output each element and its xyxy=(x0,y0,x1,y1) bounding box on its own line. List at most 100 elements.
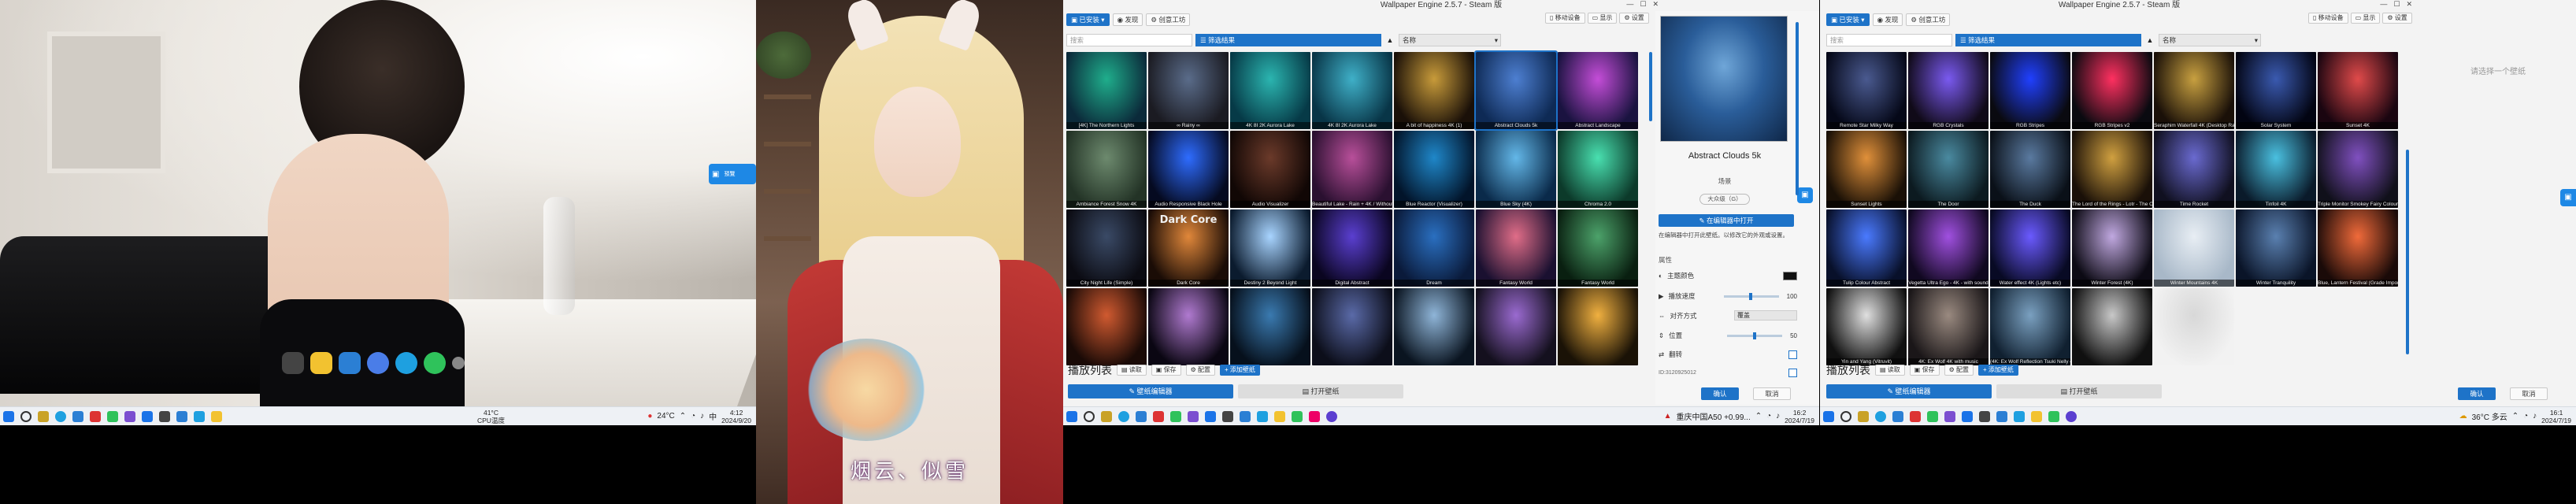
wallpaper-tile[interactable]: City Night Life (Simple) xyxy=(1066,209,1147,287)
tab-workshop[interactable]: ⚙ 创意工坊 xyxy=(1906,13,1951,26)
tab-discover[interactable]: ◉ 发现 xyxy=(1872,13,1903,26)
wallpaper-tile[interactable]: ∞ Rainy ∞ xyxy=(1148,52,1229,129)
clock[interactable]: 16:1 2024/7/19 xyxy=(2541,409,2571,424)
volume-icon[interactable]: ♪ xyxy=(2533,412,2537,421)
wallpaper-tile[interactable]: Water effect 4K (Lights etc) xyxy=(1990,209,2070,287)
taskbar-app-icon[interactable] xyxy=(1910,410,1921,422)
open-wallpaper-button[interactable]: ▤ 打开壁纸 xyxy=(1996,384,2162,398)
taskbar-app-icon[interactable] xyxy=(38,410,49,422)
sort-select[interactable]: 名称 ▾ xyxy=(2159,34,2261,46)
cancel-button[interactable]: 取消 xyxy=(1753,387,1791,400)
clock[interactable]: 4:12 2024/9/20 xyxy=(721,409,751,424)
cloud-icon[interactable] xyxy=(367,352,389,374)
grid-scrollbar[interactable] xyxy=(2406,150,2409,354)
wallpaper-tile[interactable]: 4K: Ex Wolf 4K with music xyxy=(1908,288,1989,365)
alignment-select[interactable]: 覆盖 xyxy=(1734,310,1797,321)
wallpaper-tile[interactable]: Seraphim Waterfall 4K (Desktop Ratio) xyxy=(2154,52,2234,129)
wallpaper-tile[interactable] xyxy=(1312,288,1392,365)
details-scrollbar[interactable] xyxy=(1796,22,1799,195)
wallpaper-tile[interactable]: The Duck xyxy=(1990,131,2070,208)
wallpaper-tile[interactable]: [4K] The Northern Lights xyxy=(1066,52,1147,129)
wallpaper-tile[interactable]: RGB Stripes xyxy=(1990,52,2070,129)
taskbar-app-icon[interactable] xyxy=(1188,410,1199,422)
open-wallpaper-button[interactable]: ▤ 打开壁纸 xyxy=(1238,384,1403,398)
wallpaper-engine-icon[interactable] xyxy=(339,352,361,374)
taskbar-app-icon[interactable] xyxy=(107,410,118,422)
taskbar-app-icon[interactable] xyxy=(211,410,222,422)
flip-checkbox[interactable] xyxy=(1788,350,1797,359)
gear-icon[interactable] xyxy=(452,357,465,369)
wallpaper-tile[interactable]: Sunset Lights xyxy=(1826,131,1907,208)
open-in-editor-button[interactable]: ✎ 在编辑器中打开 xyxy=(1659,214,1794,227)
taskbar-app-icon[interactable] xyxy=(1153,410,1164,422)
wallpaper-tile[interactable] xyxy=(1558,288,1638,365)
playlist-load-button[interactable]: ▤ 读取 xyxy=(1875,365,1905,376)
wallpaper-tile[interactable]: Abstract Clouds 5k xyxy=(1474,50,1558,131)
wallpaper-tile[interactable]: Destiny 2 Beyond Light xyxy=(1230,209,1310,287)
stock-ticker[interactable]: 重庆中国A50 +0.99... xyxy=(1677,410,1751,422)
taskbar-app-icon[interactable] xyxy=(1927,410,1938,422)
color-swatch[interactable] xyxy=(1783,271,1797,280)
ok-button[interactable]: 确认 xyxy=(2458,387,2496,400)
wallpaper-tile[interactable] xyxy=(1230,288,1310,365)
taskbar-app-icon[interactable] xyxy=(194,410,205,422)
taskbar-app-icon[interactable] xyxy=(1205,410,1216,422)
floating-side-tab[interactable]: ▣ xyxy=(2560,189,2576,206)
taskbar-app-icon[interactable] xyxy=(2048,410,2059,422)
taskbar-app-icon[interactable] xyxy=(1136,410,1147,422)
wallpaper-tile[interactable]: Dark Core Dark Core xyxy=(1148,209,1229,287)
wallpaper-tile[interactable]: Winter Forest (4K) xyxy=(2072,209,2152,287)
playlist-add-button[interactable]: + 添加壁纸 xyxy=(1977,365,2018,376)
search-input[interactable]: 搜索 xyxy=(1826,34,1952,46)
wallpaper-tile[interactable]: Ambiance Forest Snow 4K xyxy=(1066,131,1147,208)
network-icon[interactable]: ◔ xyxy=(1766,412,1771,421)
wallpaper-editor-button[interactable]: ✎ 壁纸编辑器 xyxy=(1826,384,1992,398)
start-icon[interactable] xyxy=(3,410,14,422)
chevron-up-icon[interactable]: ⌃ xyxy=(2512,412,2519,421)
wallpaper-tile[interactable]: RGB Crystals xyxy=(1908,52,1989,129)
taskbar-app-icon[interactable] xyxy=(142,410,153,422)
taskbar-app-icon[interactable] xyxy=(176,410,187,422)
taskbar-app-icon[interactable] xyxy=(90,410,101,422)
tab-workshop[interactable]: ⚙ 创意工坊 xyxy=(1146,13,1191,26)
edge-browser-icon[interactable] xyxy=(395,352,417,374)
sort-select[interactable]: 名称 ▾ xyxy=(1399,34,1501,46)
search-icon[interactable] xyxy=(1840,410,1851,422)
taskbar-app-icon[interactable] xyxy=(1222,410,1233,422)
wallpaper-tile[interactable]: Vegetta Ultra Ego - 4K - with sound xyxy=(1908,209,1989,287)
wallpaper-tile[interactable] xyxy=(2072,288,2152,365)
wallpaper-tile[interactable] xyxy=(1066,288,1147,365)
wallpaper-tile[interactable]: Blue Sky (4K) xyxy=(1476,131,1556,208)
taskbar-app-icon[interactable] xyxy=(2014,410,2025,422)
taskbar-app-icon[interactable] xyxy=(2031,410,2042,422)
wallpaper-tile[interactable]: (4K: Ex Wolf Reflection Tsuki Nelly 4K..… xyxy=(1990,288,2070,365)
wallpaper-tile[interactable]: Blue Reactor (Visualizer) xyxy=(1394,131,1474,208)
wallpaper-tile[interactable] xyxy=(1394,288,1474,365)
maximize-icon[interactable]: ☐ xyxy=(1640,0,1652,8)
taskbar-app-icon[interactable] xyxy=(1944,410,1955,422)
wallpaper-tile[interactable]: Time Rocket xyxy=(2154,131,2234,208)
slider-handle[interactable] xyxy=(1748,292,1752,300)
mobile-button[interactable]: ▯ 移动设备 xyxy=(2308,13,2348,24)
volume-icon[interactable]: ♪ xyxy=(1776,412,1780,421)
search-input[interactable]: 搜索 xyxy=(1066,34,1192,46)
taskbar-app-icon[interactable] xyxy=(1326,410,1337,422)
extra-checkbox[interactable] xyxy=(1788,369,1797,377)
mobile-button[interactable]: ▯ 移动设备 xyxy=(1545,13,1585,24)
chrome-icon[interactable] xyxy=(424,352,446,374)
speed-slider[interactable] xyxy=(1723,292,1779,300)
display-button[interactable]: ▭ 显示 xyxy=(1587,13,1618,24)
taskbar-app-icon[interactable] xyxy=(124,410,135,422)
wallpaper-tile[interactable]: Audio Visualizer xyxy=(1230,131,1310,208)
wallpaper-tile[interactable]: The Door xyxy=(1908,131,1989,208)
wallpaper-tile[interactable]: Tulip Colour Abstract xyxy=(1826,209,1907,287)
taskbar-app-icon[interactable] xyxy=(1962,410,1973,422)
network-icon[interactable]: ◔ xyxy=(2523,412,2528,421)
chevron-up-icon[interactable]: ⌃ xyxy=(1755,412,1762,421)
chevron-up-icon[interactable]: ⌃ xyxy=(680,412,686,421)
wallpaper-tile[interactable]: Tinfoil 4K xyxy=(2236,131,2316,208)
floating-side-tab[interactable]: ▣ 預覽 xyxy=(709,164,756,184)
start-icon[interactable] xyxy=(1066,410,1077,422)
taskbar-app-icon[interactable] xyxy=(159,410,170,422)
wallpaper-tile[interactable]: Blue, Lantern Festival (Grade Import) xyxy=(2318,209,2398,287)
